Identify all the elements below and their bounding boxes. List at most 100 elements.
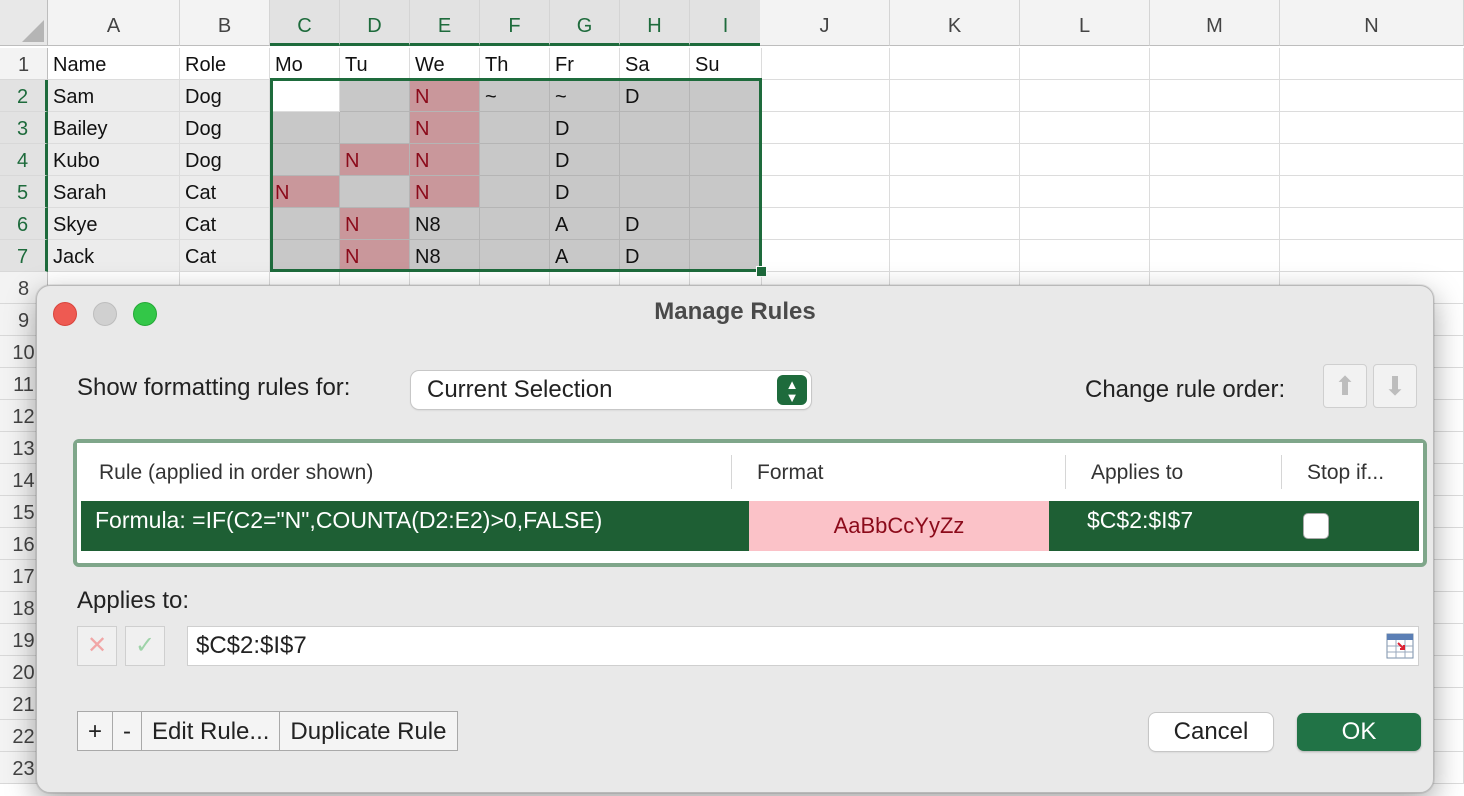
stop-if-true-checkbox[interactable] — [1303, 513, 1329, 539]
row-header-5[interactable]: 5 — [0, 176, 48, 208]
cell-b1[interactable]: Role — [180, 48, 270, 80]
cell-d1[interactable]: Tu — [340, 48, 410, 80]
cell-l5[interactable] — [1020, 176, 1150, 208]
cell-c7[interactable] — [270, 240, 340, 272]
cell-f5[interactable] — [480, 176, 550, 208]
cell-l2[interactable] — [1020, 80, 1150, 112]
cell-d6[interactable]: N — [340, 208, 410, 240]
cell-n5[interactable] — [1280, 176, 1464, 208]
cell-b3[interactable]: Dog — [180, 112, 270, 144]
cancel-button[interactable]: Cancel — [1149, 713, 1273, 751]
cancel-edit-button[interactable]: ✕ — [77, 626, 117, 666]
row-header-2[interactable]: 2 — [0, 80, 48, 112]
cell-m5[interactable] — [1150, 176, 1280, 208]
cell-m7[interactable] — [1150, 240, 1280, 272]
row-header-3[interactable]: 3 — [0, 112, 48, 144]
column-header-e[interactable]: E — [410, 0, 480, 46]
cell-n4[interactable] — [1280, 144, 1464, 176]
column-header-f[interactable]: F — [480, 0, 550, 46]
cell-i2[interactable] — [690, 80, 762, 112]
cell-k1[interactable] — [890, 48, 1020, 80]
move-rule-up-button[interactable]: ⬆ — [1323, 364, 1367, 408]
cell-h2[interactable]: D — [620, 80, 690, 112]
cell-g2[interactable]: ~ — [550, 80, 620, 112]
cell-e6[interactable]: N8 — [410, 208, 480, 240]
cell-h6[interactable]: D — [620, 208, 690, 240]
cell-l3[interactable] — [1020, 112, 1150, 144]
cell-i1[interactable]: Su — [690, 48, 762, 80]
cell-a3[interactable]: Bailey — [48, 112, 180, 144]
fill-handle[interactable] — [756, 266, 767, 277]
cell-d5[interactable] — [340, 176, 410, 208]
cell-j6[interactable] — [760, 208, 890, 240]
row-header-7[interactable]: 7 — [0, 240, 48, 272]
column-header-n[interactable]: N — [1280, 0, 1464, 46]
cell-n7[interactable] — [1280, 240, 1464, 272]
column-header-d[interactable]: D — [340, 0, 410, 46]
row-header-4[interactable]: 4 — [0, 144, 48, 176]
cell-e2[interactable]: N — [410, 80, 480, 112]
cell-i6[interactable] — [690, 208, 762, 240]
cell-k5[interactable] — [890, 176, 1020, 208]
cell-k7[interactable] — [890, 240, 1020, 272]
cell-e7[interactable]: N8 — [410, 240, 480, 272]
cell-n2[interactable] — [1280, 80, 1464, 112]
cell-h5[interactable] — [620, 176, 690, 208]
cell-a2[interactable]: Sam — [48, 80, 180, 112]
cell-m2[interactable] — [1150, 80, 1280, 112]
cell-m6[interactable] — [1150, 208, 1280, 240]
cell-f1[interactable]: Th — [480, 48, 550, 80]
confirm-edit-button[interactable]: ✓ — [125, 626, 165, 666]
rule-format-preview[interactable]: AaBbCcYyZz — [749, 501, 1049, 551]
column-header-b[interactable]: B — [180, 0, 270, 46]
chevron-updown-icon[interactable]: ▲▼ — [777, 375, 807, 405]
duplicate-rule-button[interactable]: Duplicate Rule — [280, 712, 456, 750]
column-header-j[interactable]: J — [760, 0, 890, 46]
row-header-6[interactable]: 6 — [0, 208, 48, 240]
cell-i3[interactable] — [690, 112, 762, 144]
cell-f2[interactable]: ~ — [480, 80, 550, 112]
column-header-c[interactable]: C — [270, 0, 340, 46]
cell-j4[interactable] — [760, 144, 890, 176]
column-header-g[interactable]: G — [550, 0, 620, 46]
cell-f4[interactable] — [480, 144, 550, 176]
select-all-corner[interactable] — [0, 0, 48, 46]
remove-rule-button[interactable]: - — [113, 712, 142, 750]
cell-l1[interactable] — [1020, 48, 1150, 80]
col-stop-if-header[interactable]: Stop if... — [1307, 461, 1384, 485]
column-header-l[interactable]: L — [1020, 0, 1150, 46]
column-header-a[interactable]: A — [48, 0, 180, 46]
cell-m1[interactable] — [1150, 48, 1280, 80]
row-header-1[interactable]: 1 — [0, 48, 48, 80]
cell-h1[interactable]: Sa — [620, 48, 690, 80]
cell-a5[interactable]: Sarah — [48, 176, 180, 208]
cell-e3[interactable]: N — [410, 112, 480, 144]
cell-e5[interactable]: N — [410, 176, 480, 208]
cell-m4[interactable] — [1150, 144, 1280, 176]
cell-b5[interactable]: Cat — [180, 176, 270, 208]
cell-l6[interactable] — [1020, 208, 1150, 240]
cell-m3[interactable] — [1150, 112, 1280, 144]
cell-j3[interactable] — [760, 112, 890, 144]
cell-c3[interactable] — [270, 112, 340, 144]
cell-e4[interactable]: N — [410, 144, 480, 176]
cell-h4[interactable] — [620, 144, 690, 176]
cell-b6[interactable]: Cat — [180, 208, 270, 240]
cell-g1[interactable]: Fr — [550, 48, 620, 80]
cell-j7[interactable] — [760, 240, 890, 272]
cell-f6[interactable] — [480, 208, 550, 240]
show-rules-select[interactable]: Current Selection ▲▼ — [411, 371, 811, 409]
cell-j1[interactable] — [760, 48, 890, 80]
range-picker-icon[interactable] — [1386, 633, 1414, 659]
cell-b2[interactable]: Dog — [180, 80, 270, 112]
cell-a6[interactable]: Skye — [48, 208, 180, 240]
cell-g3[interactable]: D — [550, 112, 620, 144]
move-rule-down-button[interactable]: ⬇ — [1373, 364, 1417, 408]
cell-g5[interactable]: D — [550, 176, 620, 208]
cell-c6[interactable] — [270, 208, 340, 240]
cell-d2[interactable] — [340, 80, 410, 112]
cell-d4[interactable]: N — [340, 144, 410, 176]
cell-j2[interactable] — [760, 80, 890, 112]
cell-j5[interactable] — [760, 176, 890, 208]
rule-applies-to[interactable]: $C$2:$I$7 — [1087, 507, 1193, 534]
